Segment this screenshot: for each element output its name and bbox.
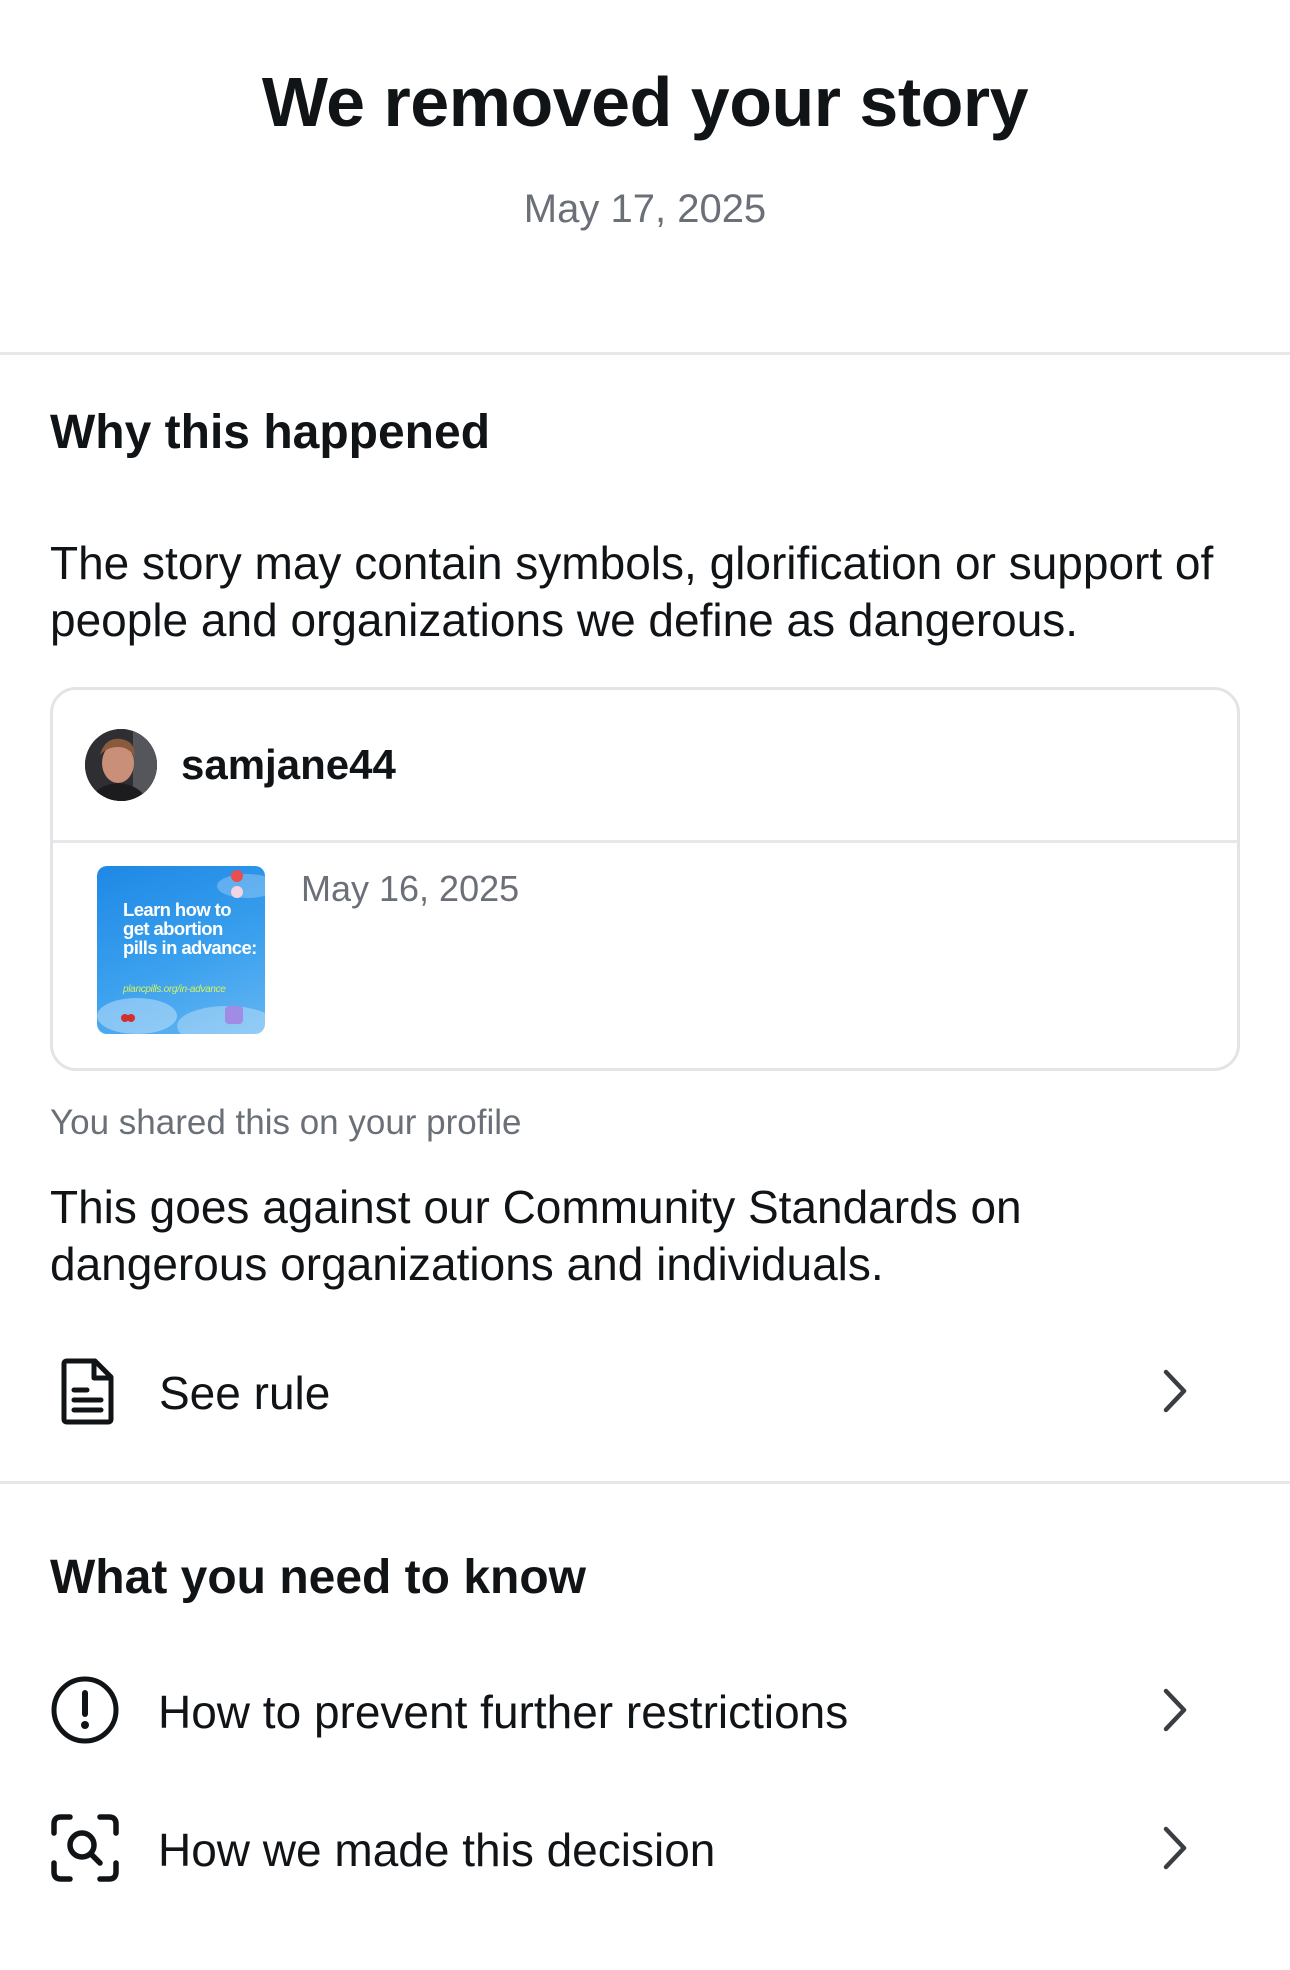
avatar <box>85 729 157 801</box>
standards-text: This goes against our Community Standard… <box>50 1181 1022 1290</box>
story-date: May 16, 2025 <box>301 868 520 909</box>
thumbnail-url: plancpills.org/in-advance <box>123 984 226 995</box>
decision-info-label: How we made this decision <box>158 1824 716 1876</box>
page-date: May 17, 2025 <box>523 187 767 231</box>
prevent-restrictions-row[interactable]: How to prevent further restrictions <box>50 1662 1240 1762</box>
know-section: What you need to know How to prevent fur… <box>0 1484 1290 1900</box>
shared-note: You shared this on your profile <box>50 1103 522 1142</box>
see-rule-row[interactable]: See rule <box>50 1345 1240 1441</box>
chevron-right-icon <box>1160 1825 1190 1876</box>
removal-reason: The story may contain symbols, glorifica… <box>50 537 1214 646</box>
story-card-body: Learn how to get abortion pills in advan… <box>53 843 1237 1034</box>
story-thumbnail[interactable]: Learn how to get abortion pills in advan… <box>97 866 265 1034</box>
header: We removed your story May 17, 2025 <box>0 0 1290 355</box>
chevron-right-icon <box>1160 1368 1190 1419</box>
thumbnail-text: Learn how to get abortion pills in advan… <box>123 899 257 958</box>
story-username: samjane44 <box>181 741 396 788</box>
exclamation-circle-icon <box>50 1675 120 1750</box>
why-heading: Why this happened <box>50 406 491 459</box>
why-section: Why this happened The story may contain … <box>0 355 1290 1441</box>
scan-search-icon <box>50 1813 120 1888</box>
page-title: We removed your story <box>261 63 1029 141</box>
prevent-restrictions-label: How to prevent further restrictions <box>158 1686 849 1738</box>
see-rule-label: See rule <box>159 1367 331 1419</box>
document-icon <box>59 1357 117 1430</box>
story-card-header: samjane44 <box>53 690 1237 843</box>
decision-info-row[interactable]: How we made this decision <box>50 1800 1240 1900</box>
chevron-right-icon <box>1160 1687 1190 1738</box>
story-card[interactable]: samjane44 Learn how to get abortion pill… <box>50 687 1240 1071</box>
know-heading: What you need to know <box>50 1551 586 1604</box>
